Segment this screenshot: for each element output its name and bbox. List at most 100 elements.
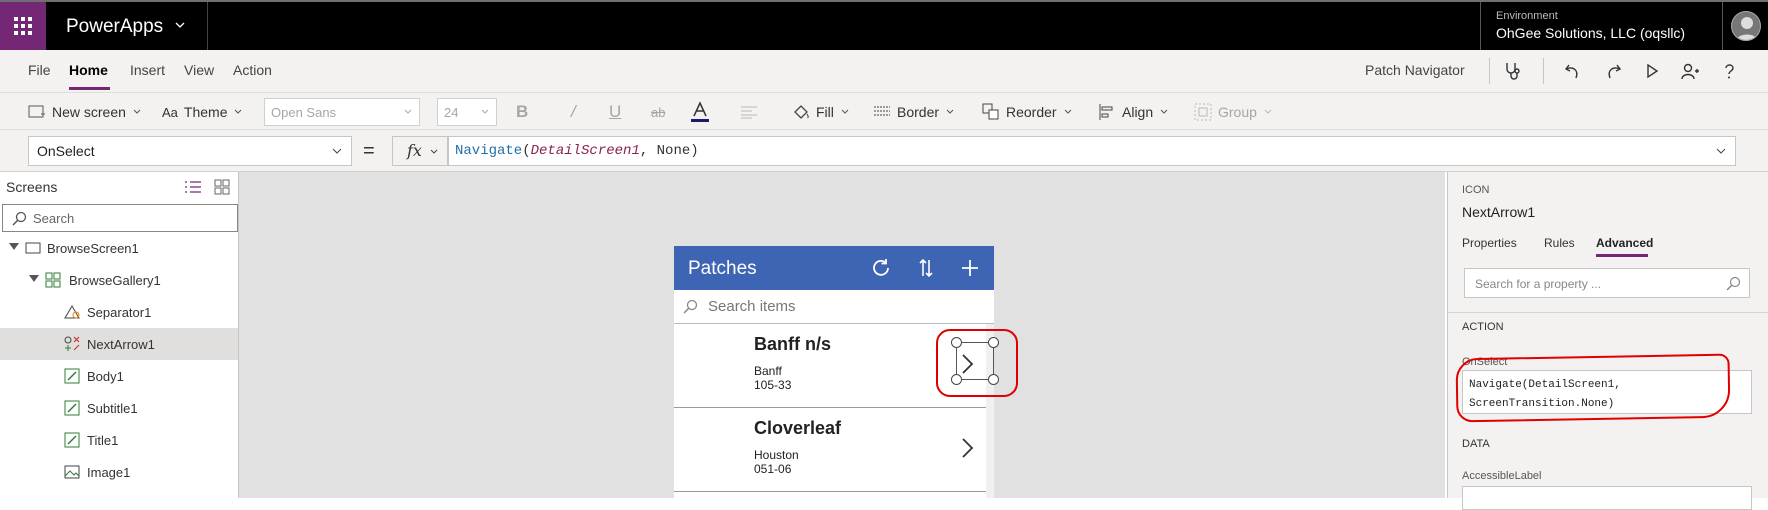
align-button[interactable]: Align [1098,101,1169,123]
formula-input[interactable]: Navigate(DetailScreen1, None) [448,136,1736,166]
section-title: ACTION [1462,321,1504,333]
accessible-label-label: AccessibleLabel [1462,470,1542,482]
sort-icon[interactable] [915,257,937,279]
expand-icon[interactable] [29,275,39,282]
search-icon [12,211,27,226]
fx-button[interactable]: fx [392,136,448,166]
bold-icon: B [516,102,529,121]
stethoscope-icon[interactable] [1501,59,1525,83]
fill-icon [794,105,809,119]
font-family-select[interactable]: Open Sans [264,98,420,126]
font-color-button[interactable] [689,101,711,123]
tab-advanced[interactable]: Advanced [1596,236,1653,250]
font-family-value: Open Sans [271,105,337,120]
environment-picker[interactable]: Environment OhGee Solutions, LLC (oqsllc… [1480,2,1722,50]
tree-item-label: Body1 [87,369,124,384]
new-screen-button[interactable]: New screen [28,101,142,123]
tree-item-label: NextArrow1 [87,337,155,352]
italic-button[interactable]: / [571,101,576,123]
group-button[interactable]: Group [1194,101,1273,123]
tree-item-title1[interactable]: Title1 [0,424,238,456]
new-screen-label: New screen [52,104,126,120]
add-icon[interactable] [959,257,981,279]
item-subtitle: Banff [754,364,782,378]
theme-button[interactable]: Aa Theme [162,101,243,123]
tree-item-browsegallery1[interactable]: BrowseGallery1 [0,264,238,296]
tab-view[interactable]: View [184,62,214,78]
bold-button[interactable]: B [516,101,528,123]
redo-icon[interactable] [1601,59,1625,83]
chevron-down-icon [946,109,954,114]
help-icon[interactable] [1717,59,1741,83]
tree-item-body1[interactable]: Body1 [0,360,238,392]
design-canvas[interactable]: Patches Search items Banff n/s Banff 105… [239,172,1445,498]
reorder-label: Reorder [1006,104,1057,120]
menu-bar: File Home Insert View Action Patch Navig… [0,50,1768,92]
property-select[interactable]: OnSelect [28,136,352,166]
app-name[interactable]: PowerApps [66,16,163,38]
tab-rules[interactable]: Rules [1544,236,1575,250]
group-label: Group [1218,104,1257,120]
tab-insert[interactable]: Insert [130,62,165,78]
divider [207,2,208,50]
tree-item-subtitle1[interactable]: Subtitle1 [0,392,238,424]
tree-item-label: BrowseGallery1 [69,273,161,288]
annotation-circle [1455,353,1731,423]
search-placeholder: Search items [708,298,796,315]
border-button[interactable]: Border [873,101,955,123]
control-name[interactable]: NextArrow1 [1462,204,1535,220]
formula-argument: DetailScreen1 [530,143,640,159]
accessible-label-input[interactable] [1462,486,1752,510]
screen-icon [25,242,41,254]
tree-item-image1[interactable]: Image1 [0,456,238,488]
refresh-icon[interactable] [870,257,892,279]
tree-item-label: Subtitle1 [87,401,138,416]
chevron-down-icon [841,109,849,114]
font-color-icon [691,101,709,122]
chevron-down-icon[interactable] [174,19,186,31]
search-icon [1726,276,1741,291]
chevron-down-icon [332,148,342,154]
environment-value: OhGee Solutions, LLC (oqsllc) [1496,25,1686,41]
formula-paren: ( [522,143,531,159]
shape-icon [64,305,80,319]
tree-item-browsescreen1[interactable]: BrowseScreen1 [0,232,238,264]
chevron-down-icon [133,109,141,114]
thumbnail-view-icon[interactable] [214,179,230,195]
label-icon [64,432,80,448]
tree-item-nextarrow1[interactable]: NextArrow1 [0,328,238,360]
screens-search-input[interactable]: Search [2,204,238,232]
app-search-input[interactable]: Search items [674,290,994,324]
tab-home[interactable]: Home [69,62,108,78]
property-value: OnSelect [37,143,95,159]
italic-icon: / [571,102,576,121]
fx-icon: fx [407,141,422,160]
gallery-item[interactable]: Cloverleaf Houston 051-06 [674,408,994,492]
tab-properties[interactable]: Properties [1462,236,1517,250]
tab-action[interactable]: Action [233,62,272,78]
border-label: Border [897,104,940,120]
control-kind: ICON [1462,184,1490,196]
chevron-down-icon[interactable] [1715,146,1727,156]
account-button[interactable] [1722,2,1768,50]
formula-bar: OnSelect = fx Navigate(DetailScreen1, No… [0,130,1768,172]
fill-button[interactable]: Fill [792,101,850,123]
tab-file[interactable]: File [28,62,51,78]
reorder-button[interactable]: Reorder [982,101,1073,123]
waffle-icon[interactable] [0,2,46,50]
text-align-button[interactable] [740,101,758,123]
font-size-select[interactable]: 24 [437,98,497,126]
expand-icon[interactable] [9,243,19,250]
strikethrough-button[interactable]: ab [651,101,665,123]
app-header: Patches [674,246,994,290]
play-icon[interactable] [1640,59,1664,83]
underline-button[interactable]: U [609,101,621,123]
property-search-input[interactable]: Search for a property ... [1464,268,1750,298]
share-user-icon[interactable] [1678,59,1702,83]
tree-item-label: Image1 [87,465,131,480]
list-view-icon[interactable] [184,180,202,194]
undo-icon[interactable] [1561,59,1585,83]
next-arrow-icon[interactable] [957,436,977,460]
tree-item-separator1[interactable]: Separator1 [0,296,238,328]
item-subtitle: Houston [754,448,799,462]
